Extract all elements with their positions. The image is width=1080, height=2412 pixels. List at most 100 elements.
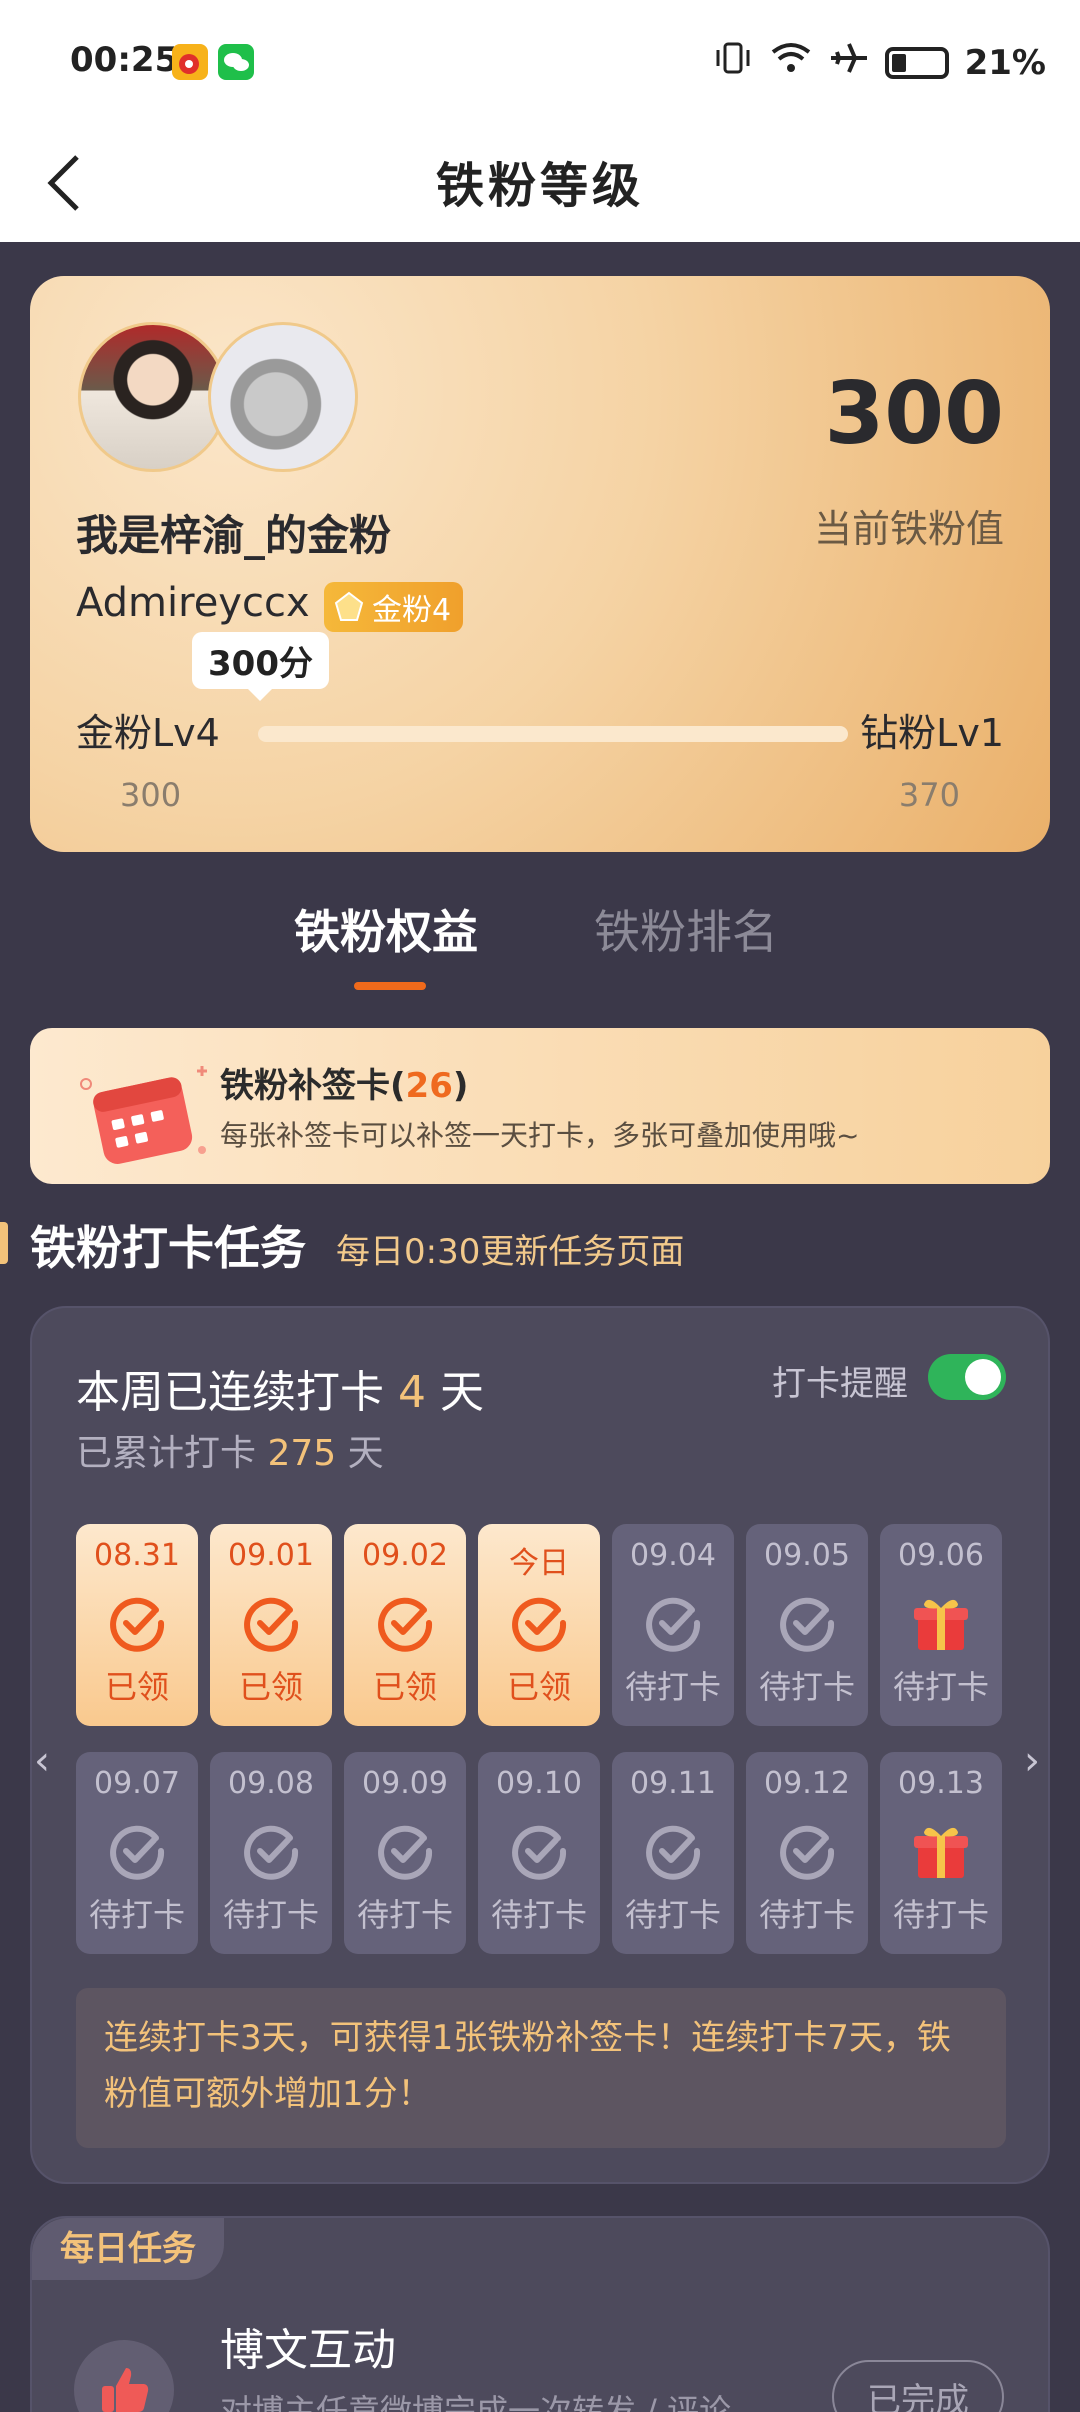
checkin-day-date: 09.01 — [228, 1538, 314, 1573]
total-days: 275 — [267, 1433, 337, 1474]
checkin-day-tile[interactable]: 今日 已领 — [478, 1524, 600, 1726]
page-title: 铁粉等级 — [435, 158, 644, 214]
checkin-day-tile[interactable]: 09.01 已领 — [210, 1524, 332, 1726]
calendar-icon — [80, 1066, 207, 1164]
checkin-day-status: 已领 — [372, 1668, 437, 1706]
total-checkin-text: 已累计打卡 275 天 — [76, 1424, 384, 1476]
check-circle-icon — [244, 1597, 299, 1652]
checkin-day-tile[interactable]: 09.13 待打卡 — [880, 1752, 1002, 1954]
checkin-day-date: 今日 — [509, 1546, 569, 1581]
checkin-day-status: 待打卡 — [490, 1896, 587, 1934]
check-circle-icon — [378, 1825, 433, 1880]
total-suffix: 天 — [336, 1433, 384, 1474]
weibo-app-icon — [172, 44, 208, 80]
checkin-day-status: 待打卡 — [892, 1896, 989, 1934]
checkin-day-tile[interactable]: 09.02 已领 — [344, 1524, 466, 1726]
checkin-day-tile[interactable]: 09.06 待打卡 — [880, 1524, 1002, 1726]
title-bar: 铁粉等级 — [0, 126, 1080, 242]
checkin-reminder-toggle[interactable] — [928, 1354, 1006, 1400]
checkin-day-tile[interactable]: 09.11 待打卡 — [612, 1752, 734, 1954]
checkin-day-date: 09.06 — [898, 1538, 984, 1573]
makeup-card-description: 每张补签卡可以补签一天打卡，多张可叠加使用哦~ — [220, 1119, 860, 1152]
daily-tasks-tag: 每日任务 — [32, 2218, 224, 2280]
checkin-day-tile[interactable]: 09.12 待打卡 — [746, 1752, 868, 1954]
check-circle-icon — [378, 1597, 433, 1652]
thumbs-up-icon — [74, 2340, 174, 2412]
check-circle-icon — [512, 1597, 567, 1652]
check-circle-icon — [512, 1825, 567, 1880]
checkin-day-date: 08.31 — [94, 1538, 180, 1573]
prev-week-arrow[interactable]: ‹ — [34, 1738, 50, 1784]
next-level-label: 钻粉Lv1 — [860, 711, 1004, 755]
makeup-card-count: 26 — [405, 1066, 453, 1106]
checkin-day-status: 待打卡 — [758, 1668, 855, 1706]
makeup-card-banner[interactable]: 铁粉补签卡(26) 每张补签卡可以补签一天打卡，多张可叠加使用哦~ — [30, 1028, 1050, 1184]
checkin-day-status: 待打卡 — [88, 1896, 185, 1934]
check-circle-icon — [244, 1825, 299, 1880]
task-completed-button[interactable]: 已完成 — [832, 2360, 1004, 2412]
checkin-day-status: 已领 — [238, 1668, 303, 1706]
tab-fan-benefits[interactable]: 铁粉权益 — [294, 896, 478, 962]
fan-avatar[interactable] — [78, 322, 228, 472]
makeup-card-title: 铁粉补签卡(26) — [220, 1058, 468, 1107]
wifi-icon — [769, 40, 813, 85]
fan-score-label: 当前铁粉值 — [813, 507, 1004, 551]
current-level-value: 300 — [120, 776, 182, 814]
checkin-day-status: 已领 — [506, 1668, 571, 1706]
checkin-day-status: 待打卡 — [624, 1668, 721, 1706]
tab-fan-ranking[interactable]: 铁粉排名 — [594, 896, 778, 962]
gift-icon — [914, 1827, 968, 1878]
section-accent-bar — [0, 1222, 8, 1264]
checkin-day-tile[interactable]: 08.31 已领 — [76, 1524, 198, 1726]
checkin-day-tile[interactable]: 09.04 待打卡 — [612, 1524, 734, 1726]
task-description: 对博主任意微博完成一次转发 / 评论 — [220, 2392, 732, 2412]
blogger-avatar[interactable] — [208, 322, 358, 472]
checkin-day-date: 09.02 — [362, 1538, 448, 1573]
score-tooltip: 300分 — [192, 632, 329, 701]
gold-badge-icon — [334, 591, 364, 621]
checkin-day-tile[interactable]: 09.07 待打卡 — [76, 1752, 198, 1954]
checkin-day-date: 09.10 — [496, 1766, 582, 1801]
checkin-calendar: 08.31 已领 09.01 已领 09.02 已领 今日 已领 09.04 待打卡 09.05 待打… — [76, 1524, 1006, 1980]
gift-icon — [914, 1599, 968, 1650]
checkin-day-date: 09.09 — [362, 1766, 448, 1801]
streak-prefix: 本周已连续打卡 — [76, 1367, 398, 1418]
checkin-section-subtitle: 每日0:30更新任务页面 — [336, 1232, 685, 1272]
checkin-reward-info: 连续打卡3天，可获得1张铁粉补签卡！连续打卡7天，铁粉值可额外增加1分！ — [76, 1988, 1006, 2148]
checkin-day-date: 09.12 — [764, 1766, 850, 1801]
checkin-day-date: 09.07 — [94, 1766, 180, 1801]
daily-tasks-card: 每日任务 博文互动 对博主任意微博完成一次转发 / 评论 已完成 — [30, 2216, 1050, 2412]
current-level-label: 金粉Lv4 — [76, 711, 220, 755]
checkin-day-date: 09.11 — [630, 1766, 716, 1801]
checkin-day-status: 待打卡 — [758, 1896, 855, 1934]
checkin-week-row: 09.07 待打卡 09.08 待打卡 09.09 待打卡 09.10 待打卡 09.11 待打卡… — [76, 1752, 1006, 1954]
checkin-day-date: 09.08 — [228, 1766, 314, 1801]
checkin-day-status: 待打卡 — [222, 1896, 319, 1934]
checkin-day-date: 09.05 — [764, 1538, 850, 1573]
checkin-day-tile[interactable]: 09.08 待打卡 — [210, 1752, 332, 1954]
level-progress-bar — [258, 726, 848, 742]
streak-suffix: 天 — [426, 1367, 484, 1418]
checkin-reminder-label: 打卡提醒 — [772, 1364, 908, 1404]
weekly-streak-text: 本周已连续打卡 4 天 — [76, 1356, 484, 1420]
checkin-week-row: 08.31 已领 09.01 已领 09.02 已领 今日 已领 09.04 待打卡 09.05 待打… — [76, 1524, 1006, 1726]
status-icons: 21% — [713, 40, 1046, 85]
username: Admireyccx — [76, 580, 310, 626]
checkin-day-tile[interactable]: 09.10 待打卡 — [478, 1752, 600, 1954]
next-week-arrow[interactable]: › — [1024, 1738, 1040, 1784]
streak-days: 4 — [398, 1367, 426, 1418]
checkin-day-date: 09.13 — [898, 1766, 984, 1801]
checkin-day-tile[interactable]: 09.09 待打卡 — [344, 1752, 466, 1954]
checkin-day-tile[interactable]: 09.05 待打卡 — [746, 1524, 868, 1726]
check-circle-icon — [780, 1597, 835, 1652]
battery-level: 21% — [964, 42, 1046, 83]
makeup-card-title-text: 铁粉补签卡 — [220, 1066, 390, 1106]
check-circle-icon — [110, 1597, 165, 1652]
status-bar: 00:25 21% — [0, 0, 1080, 126]
task-title: 博文互动 — [220, 2325, 396, 2376]
checkin-section-title: 铁粉打卡任务 — [30, 1221, 306, 1275]
checkin-day-status: 待打卡 — [892, 1668, 989, 1706]
vibrate-icon — [713, 40, 753, 85]
check-circle-icon — [110, 1825, 165, 1880]
checkin-day-status: 待打卡 — [624, 1896, 721, 1934]
